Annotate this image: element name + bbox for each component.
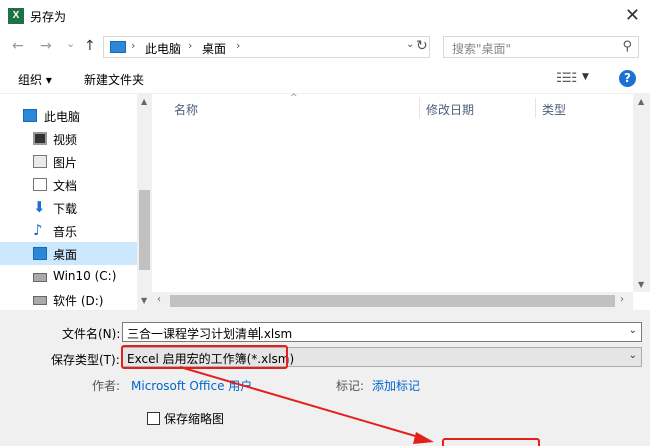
annotation-arrow — [179, 366, 434, 444]
